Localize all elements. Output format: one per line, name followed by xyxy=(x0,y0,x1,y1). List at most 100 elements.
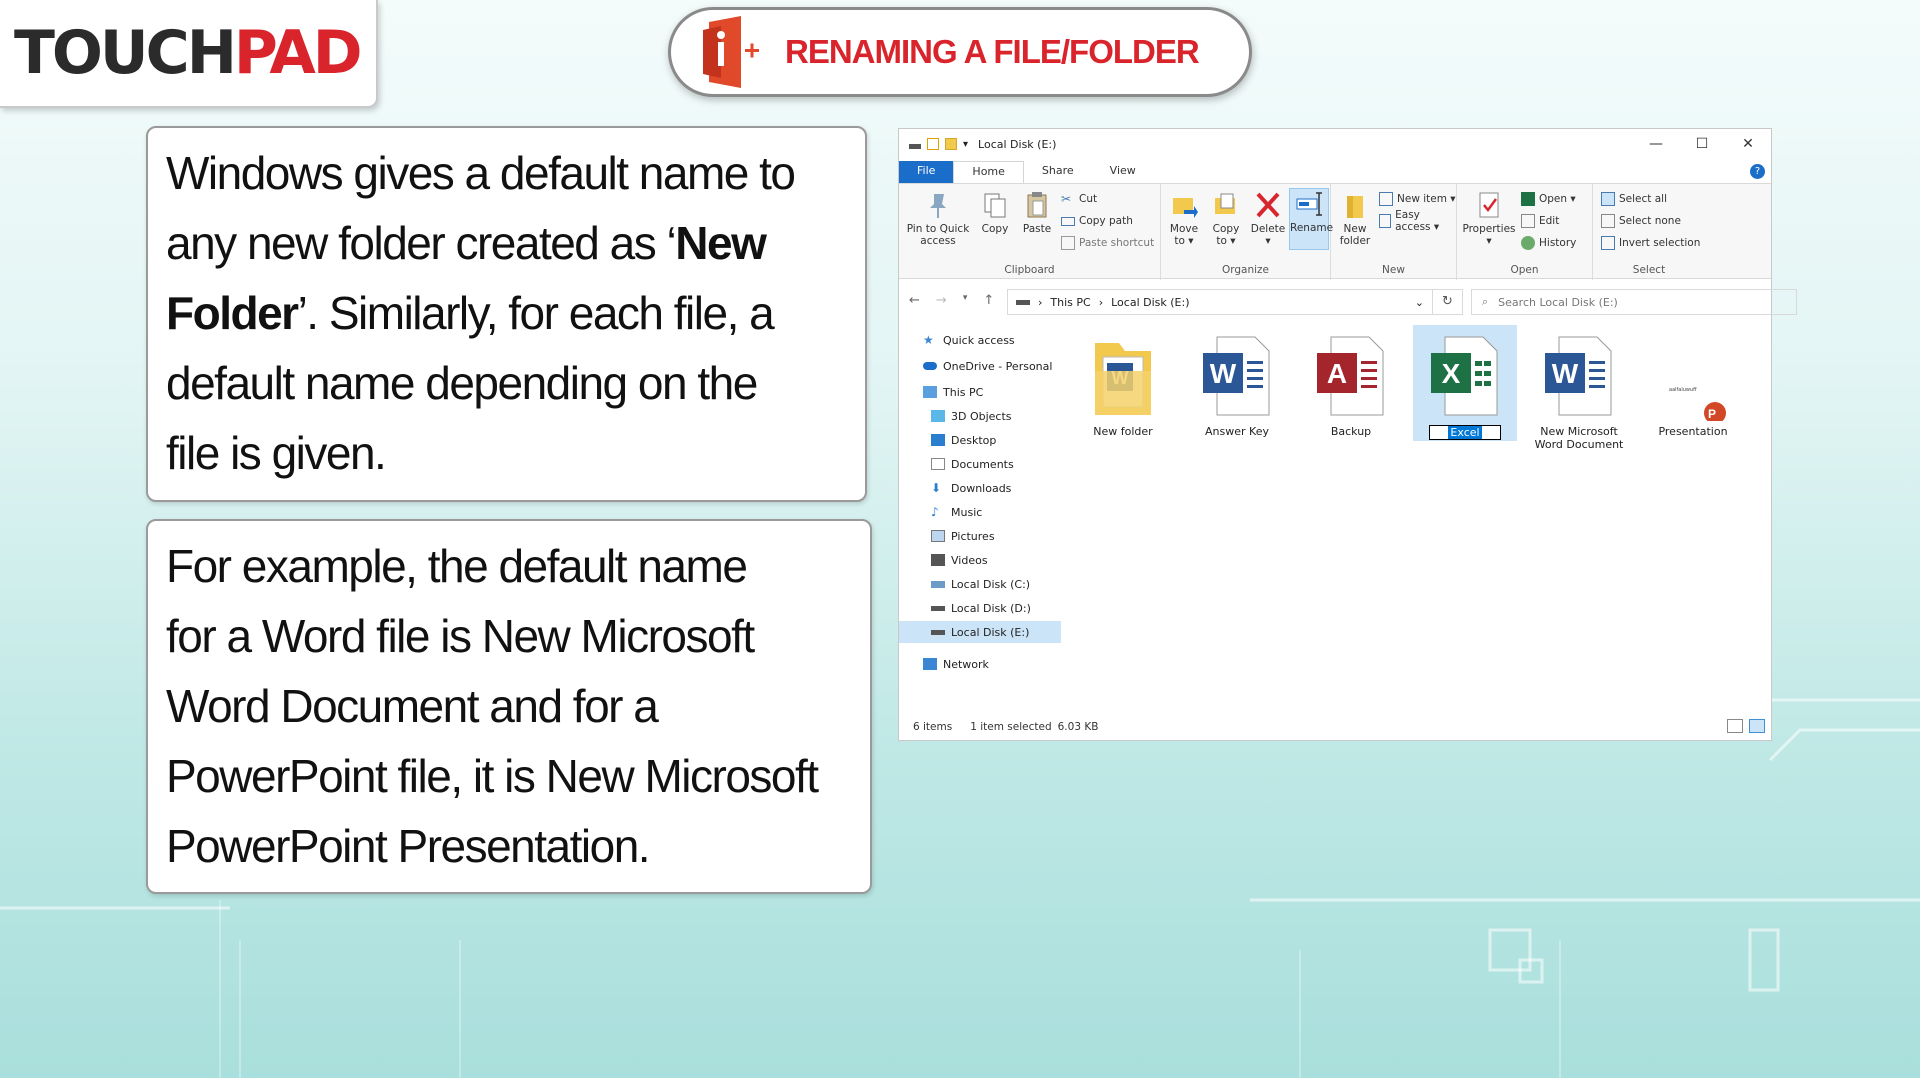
tab-view[interactable]: View xyxy=(1092,161,1154,183)
nav-item-documents[interactable]: Documents xyxy=(899,453,1061,475)
nav-item-this-pc[interactable]: This PC xyxy=(899,381,1061,403)
text-line: default name depending on the xyxy=(166,357,758,409)
file-name: Presentation xyxy=(1658,425,1728,438)
tiny-label: aalfaluwuff xyxy=(1669,387,1697,393)
pin-quick-access-button[interactable]: Pin to Quick access xyxy=(903,190,973,247)
nav-buttons: ← → ▾ ↑ xyxy=(909,293,994,308)
folder-icon[interactable] xyxy=(945,138,957,150)
history-button[interactable]: History xyxy=(1521,234,1576,252)
nav-item-network[interactable]: Network xyxy=(899,653,1061,675)
recent-dropdown-icon[interactable]: ▾ xyxy=(963,293,968,308)
easy-access-button[interactable]: Easy access ▾ xyxy=(1379,209,1456,233)
text-bold: New xyxy=(675,217,767,269)
rename-button[interactable]: Rename xyxy=(1289,188,1333,250)
history-label: History xyxy=(1539,237,1577,249)
paste-shortcut-icon xyxy=(1061,236,1075,250)
easy-access-label: Easy access ▾ xyxy=(1395,209,1440,233)
file-item-backup[interactable]: A Backup xyxy=(1299,325,1403,438)
view-toggle xyxy=(1727,719,1765,733)
edit-button[interactable]: Edit xyxy=(1521,212,1559,230)
nav-label: Local Disk (C:) xyxy=(951,577,1031,591)
text-line: any new folder created as ‘New xyxy=(166,208,849,278)
breadcrumb-this-pc[interactable]: This PC xyxy=(1050,296,1090,309)
touchpad-logo: TOUCHPAD xyxy=(0,0,378,108)
customize-qa-icon[interactable]: ▾ xyxy=(963,139,968,150)
new-folder-button[interactable]: New folder xyxy=(1335,190,1375,247)
select-none-label: Select none xyxy=(1619,215,1681,227)
new-item-button[interactable]: New item ▾ xyxy=(1379,190,1456,208)
excel-open-icon xyxy=(1521,192,1535,206)
close-button[interactable]: ✕ xyxy=(1725,129,1771,159)
rename-input[interactable]: Excel xyxy=(1413,425,1517,440)
select-none-button[interactable]: Select none xyxy=(1601,212,1681,230)
details-view-icon[interactable] xyxy=(1727,719,1743,733)
copy-button[interactable]: Copy xyxy=(977,190,1013,235)
nav-item-pictures[interactable]: Pictures xyxy=(899,525,1061,547)
paste-shortcut-button[interactable]: Paste shortcut xyxy=(1061,234,1154,252)
back-arrow-icon[interactable]: ← xyxy=(909,293,920,308)
copy-label: Copy xyxy=(981,223,1009,235)
file-item-answer-key[interactable]: W Answer Key xyxy=(1185,325,1289,438)
address-dropdown-icon[interactable]: ⌄ xyxy=(1415,296,1424,309)
text-line: PowerPoint file, it is New Microsoft xyxy=(166,750,819,802)
select-all-icon xyxy=(1601,192,1615,206)
help-icon[interactable]: ? xyxy=(1750,164,1765,179)
copy-to-button[interactable]: Copy to ▾ xyxy=(1207,190,1245,247)
open-button[interactable]: Open ▾ xyxy=(1521,190,1576,208)
tab-share[interactable]: Share xyxy=(1024,161,1092,183)
up-arrow-icon[interactable]: ↑ xyxy=(983,293,994,308)
file-item-excel[interactable]: X Excel xyxy=(1413,325,1517,441)
status-bar: 6 items 1 item selected 6.03 KB xyxy=(899,714,1771,740)
easy-access-icon xyxy=(1379,214,1392,228)
open-group-label: Open xyxy=(1510,264,1539,276)
copy-path-button[interactable]: Copy path xyxy=(1061,212,1133,230)
folder-icon: W xyxy=(1085,331,1161,421)
pin-label-2: access xyxy=(920,235,956,247)
cloud-icon xyxy=(923,362,937,370)
logo-text: TOUCHPAD xyxy=(14,23,363,83)
nav-item-videos[interactable]: Videos xyxy=(899,549,1061,571)
download-arrow-icon: ⬇ xyxy=(931,481,942,495)
forward-arrow-icon[interactable]: → xyxy=(936,293,947,308)
nav-item-music[interactable]: ♪ Music xyxy=(899,501,1061,523)
maximize-button[interactable]: ☐ xyxy=(1679,129,1725,159)
address-bar[interactable]: › This PC › Local Disk (E:) ⌄ xyxy=(1007,289,1433,315)
explanation-box-2: For example, the default name for a Word… xyxy=(146,519,872,894)
tab-file[interactable]: File xyxy=(899,161,954,183)
nav-label: 3D Objects xyxy=(951,409,1012,423)
nav-item-onedrive[interactable]: OneDrive - Personal xyxy=(899,355,1061,377)
search-input[interactable]: ⌕ Search Local Disk (E:) xyxy=(1471,289,1797,315)
delete-button[interactable]: Delete ▾ xyxy=(1249,190,1287,247)
pin-label: Pin to Quick xyxy=(906,223,970,235)
file-item-new-folder[interactable]: W New folder xyxy=(1071,325,1175,438)
cut-button[interactable]: ✂ Cut xyxy=(1061,190,1097,208)
nav-item-quick-access[interactable]: ★ Quick access xyxy=(899,329,1061,351)
paste-button[interactable]: Paste xyxy=(1019,190,1055,235)
nav-item-local-disk-e[interactable]: Local Disk (E:) xyxy=(899,621,1061,643)
new-item-icon xyxy=(1379,192,1393,206)
nav-item-local-disk-d[interactable]: Local Disk (D:) xyxy=(899,597,1061,619)
ribbon-group-clipboard: Pin to Quick access Copy Paste ✂ Cut Copy… xyxy=(899,184,1161,280)
minimize-button[interactable]: — xyxy=(1633,129,1679,159)
breadcrumb-local-disk[interactable]: Local Disk (E:) xyxy=(1111,296,1189,309)
ribbon-group-open: Properties ▾ Open ▾ Edit History Open xyxy=(1457,184,1593,280)
text-bold: Folder xyxy=(166,287,299,339)
nav-item-local-disk-c[interactable]: Local Disk (C:) xyxy=(899,573,1061,595)
file-item-new-word-document[interactable]: W New Microsoft Word Document xyxy=(1527,325,1631,451)
nav-item-3d-objects[interactable]: 3D Objects xyxy=(899,405,1061,427)
large-icons-view-icon[interactable] xyxy=(1749,719,1765,733)
tab-home[interactable]: Home xyxy=(953,161,1024,183)
select-all-button[interactable]: Select all xyxy=(1601,190,1667,208)
copy-to-label-2: to ▾ xyxy=(1216,235,1236,247)
properties-button[interactable]: Properties ▾ xyxy=(1461,190,1517,247)
word-document-icon: W xyxy=(1199,331,1275,421)
documents-icon xyxy=(931,458,945,470)
properties-check-icon[interactable] xyxy=(927,138,939,150)
nav-item-downloads[interactable]: ⬇ Downloads xyxy=(899,477,1061,499)
nav-item-desktop[interactable]: Desktop xyxy=(899,429,1061,451)
drive-icon[interactable] xyxy=(909,143,921,149)
invert-selection-button[interactable]: Invert selection xyxy=(1601,234,1700,252)
file-item-presentation[interactable]: aalfaluwuff P Presentation xyxy=(1641,325,1745,438)
move-to-button[interactable]: Move to ▾ xyxy=(1165,190,1203,247)
refresh-icon[interactable]: ↻ xyxy=(1433,289,1463,315)
